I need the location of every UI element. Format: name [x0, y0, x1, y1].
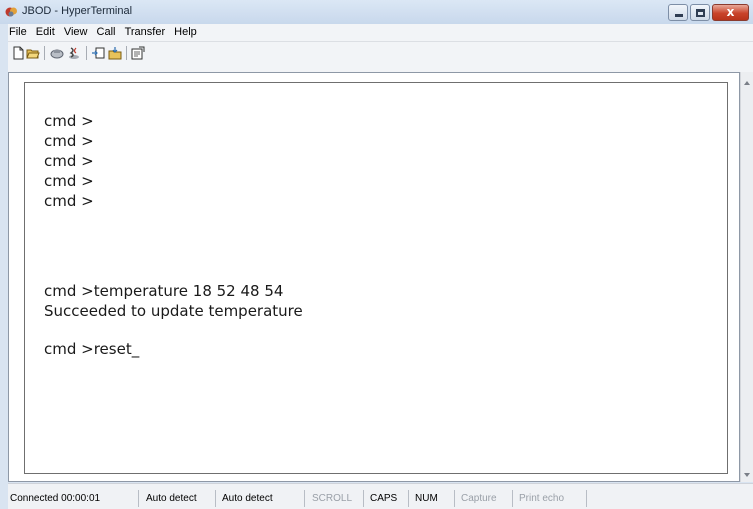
- terminal-line: cmd >: [44, 192, 94, 210]
- minimize-button[interactable]: [668, 4, 688, 21]
- terminal-line: Succeeded to update temperature: [44, 302, 303, 320]
- close-button[interactable]: x: [712, 4, 749, 21]
- status-divider: [363, 490, 364, 507]
- window-title: JBOD - HyperTerminal: [22, 5, 133, 17]
- status-connected: Connected 00:00:01: [10, 493, 101, 504]
- menu-bar: File Edit View Call Transfer Help: [8, 24, 753, 42]
- terminal-screen[interactable]: cmd > cmd > cmd > cmd > cmd > cmd >tempe…: [24, 82, 728, 474]
- status-divider: [304, 490, 305, 507]
- open-folder-icon[interactable]: [26, 46, 40, 60]
- menu-edit[interactable]: Edit: [33, 24, 58, 41]
- title-bar[interactable]: JBOD - HyperTerminal x: [0, 0, 753, 24]
- menu-transfer[interactable]: Transfer: [122, 24, 169, 41]
- toolbar-separator: [44, 46, 45, 60]
- scroll-up-icon[interactable]: [744, 81, 750, 85]
- status-divider: [408, 490, 409, 507]
- close-icon: x: [726, 5, 735, 19]
- terminal-line: cmd >: [44, 152, 94, 170]
- toolbar-separator: [126, 46, 127, 60]
- terminal-line: cmd >: [44, 172, 94, 190]
- menu-help[interactable]: Help: [171, 24, 200, 41]
- terminal-line: cmd >: [44, 112, 94, 130]
- minimize-icon: [675, 14, 683, 17]
- send-file-icon[interactable]: [91, 46, 105, 60]
- terminal-line: cmd >: [44, 132, 94, 150]
- toolbar: [8, 42, 753, 72]
- terminal-line: cmd >reset_: [44, 340, 140, 358]
- status-print-echo: Print echo: [519, 493, 565, 504]
- status-divider: [215, 490, 216, 507]
- scroll-down-icon[interactable]: [744, 473, 750, 477]
- terminal-line: cmd >temperature 18 52 48 54: [44, 282, 284, 300]
- hyperterminal-app-icon[interactable]: [5, 6, 18, 18]
- terminal-panel[interactable]: cmd > cmd > cmd > cmd > cmd > cmd >tempe…: [8, 72, 740, 482]
- status-capture: Capture: [461, 493, 497, 504]
- menu-file[interactable]: File: [8, 24, 30, 41]
- status-num: NUM: [415, 493, 438, 504]
- menu-view[interactable]: View: [61, 24, 91, 41]
- status-caps: CAPS: [370, 493, 398, 504]
- connect-phone-icon[interactable]: [50, 46, 64, 60]
- status-divider: [586, 490, 587, 507]
- status-auto-detect-2: Auto detect: [222, 493, 273, 504]
- hyperterminal-window: JBOD - HyperTerminal x File Edit View Ca…: [0, 0, 753, 509]
- status-bar: Connected 00:00:01 Auto detect Auto dete…: [8, 483, 753, 509]
- new-document-icon[interactable]: [11, 46, 25, 60]
- maximize-icon: [696, 9, 705, 17]
- vertical-scrollbar[interactable]: [740, 72, 753, 482]
- maximize-button[interactable]: [690, 4, 710, 21]
- menu-call[interactable]: Call: [94, 24, 119, 41]
- status-divider: [138, 490, 139, 507]
- disconnect-icon[interactable]: [67, 46, 81, 60]
- status-divider: [512, 490, 513, 507]
- status-divider: [454, 490, 455, 507]
- status-auto-detect-1: Auto detect: [146, 493, 197, 504]
- properties-icon[interactable]: [131, 46, 145, 60]
- status-scroll: SCROLL: [312, 493, 353, 504]
- toolbar-separator: [86, 46, 87, 60]
- receive-file-icon[interactable]: [108, 46, 122, 60]
